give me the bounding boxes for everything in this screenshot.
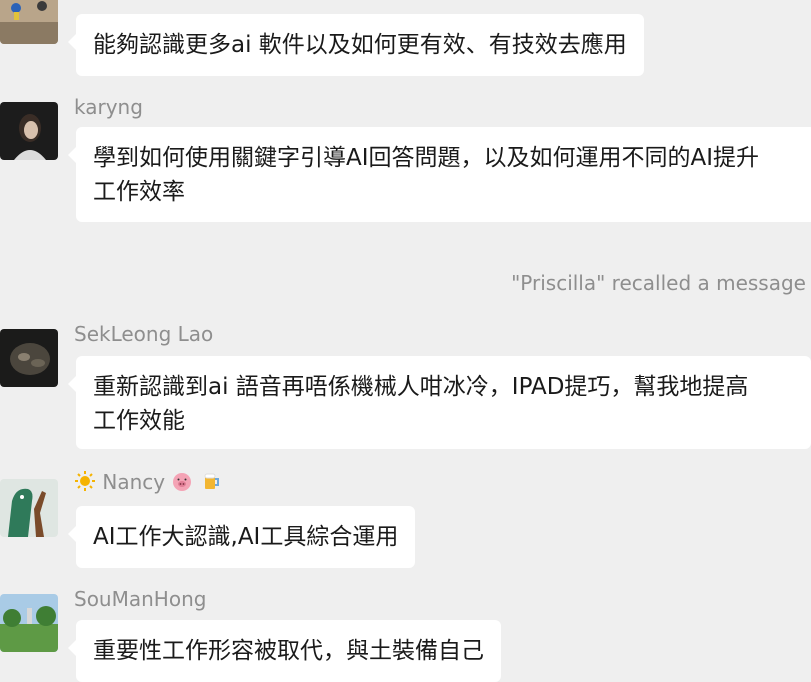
message-text: AI工作大認識,AI工具綜合運用 xyxy=(93,524,399,550)
message-text-line-1: 重新認識到ai 語音再唔係機械人咁冰冷，IPAD提巧，幫我地提高 xyxy=(93,374,749,400)
sender-name: Nancy xyxy=(102,470,166,494)
message-bubble-4[interactable]: AI工作大認識,AI工具綜合運用 xyxy=(67,506,416,568)
avatar-nancy[interactable] xyxy=(0,479,58,537)
message-bubble-5[interactable]: 重要性工作形容被取代，與土裝備自己 xyxy=(68,620,501,682)
avatar-karyng[interactable] xyxy=(0,102,58,160)
message-bubble-3[interactable]: 重新認識到ai 語音再唔係機械人咁冰冷，IPAD提巧，幫我地提高 工作效能 xyxy=(68,356,811,449)
message-text-line-2: 工作效能 xyxy=(93,408,185,434)
message-text: 能夠認識更多ai 軟件以及如何更有效、有技效去應用 xyxy=(93,32,627,58)
sender-name: karyng xyxy=(74,95,143,119)
message-bubble-2[interactable]: 學到如何使用關鍵字引導AI回答問題，以及如何運用不同的AI提升 工作效率 xyxy=(68,127,811,222)
message-text: 重要性工作形容被取代，與土裝備自己 xyxy=(93,638,484,664)
avatar-sekleong-lao[interactable] xyxy=(0,329,58,387)
message-text-line-2: 工作效率 xyxy=(93,179,185,205)
avatar-user-1[interactable] xyxy=(0,0,58,44)
beer-mug-icon xyxy=(200,470,222,497)
message-text-line-1: 學到如何使用關鍵字引導AI回答問題，以及如何運用不同的AI提升 xyxy=(93,145,760,171)
avatar-soumanhong[interactable] xyxy=(0,594,58,652)
sender-name-row: Nancy xyxy=(74,470,222,497)
sender-name: SouManHong xyxy=(74,587,207,611)
recall-notice: "Priscilla" recalled a message xyxy=(511,271,806,295)
pig-face-icon xyxy=(171,470,193,497)
sun-icon xyxy=(74,470,96,497)
sender-name: SekLeong Lao xyxy=(74,322,214,346)
message-bubble-1[interactable]: 能夠認識更多ai 軟件以及如何更有效、有技效去應用 xyxy=(68,14,644,76)
